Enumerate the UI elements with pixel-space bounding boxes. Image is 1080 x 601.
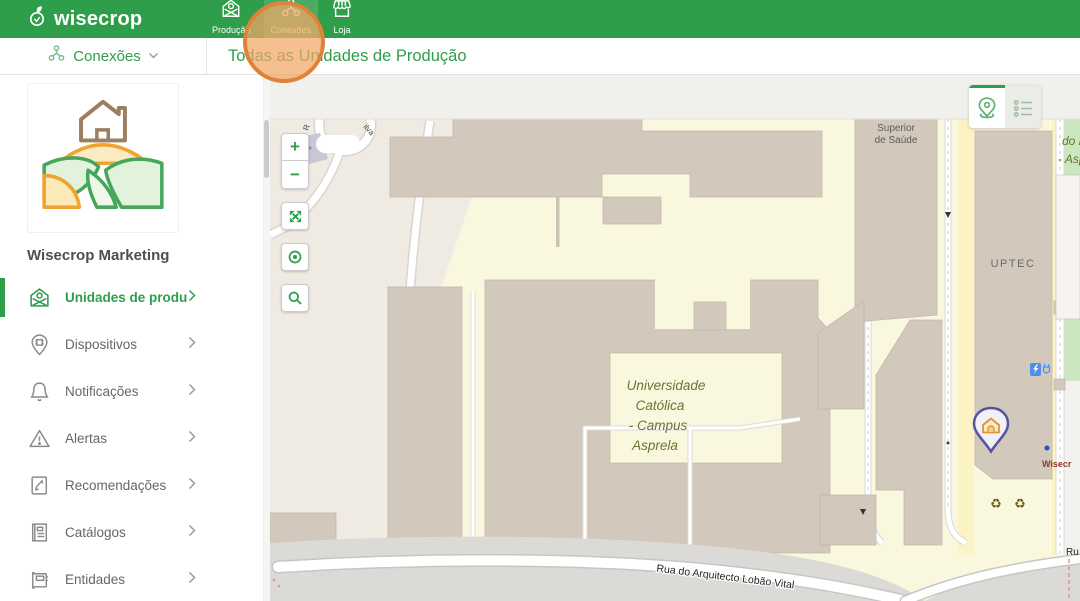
brand-name: wisecrop	[54, 8, 142, 31]
map-controls: + −	[281, 133, 309, 312]
chevron-right-icon	[188, 571, 196, 589]
chevron-right-icon	[188, 524, 196, 542]
sidebar-item-label: Unidades de produção	[65, 290, 188, 305]
sidebar-item-entidades[interactable]: Entidades	[0, 556, 263, 601]
brand[interactable]: wisecrop	[0, 0, 205, 38]
production-unit-icon	[28, 286, 52, 310]
sidebar-item-label: Entidades	[65, 572, 125, 587]
top-navbar: wisecrop Produção	[0, 0, 1080, 38]
map-label-university: - Campus	[629, 418, 688, 433]
sidebar-item-label: Notificações	[65, 384, 139, 399]
chevron-right-icon	[188, 336, 196, 354]
chevron-right-icon	[188, 430, 196, 448]
map-view-button[interactable]	[969, 85, 1005, 128]
sidebar-item-alertas[interactable]: Alertas	[0, 415, 263, 462]
network-nodes-icon	[47, 44, 66, 68]
note-pencil-icon	[28, 474, 52, 498]
fullscreen-button[interactable]	[281, 202, 309, 230]
subheader: Conexões Todas as Unidades de Produção	[0, 38, 1080, 75]
catalog-icon	[28, 521, 52, 545]
sidebar-item-notificacoes[interactable]: Notificações	[0, 368, 263, 415]
map-label-university: Católica	[636, 398, 685, 413]
recycling-icon: ♻	[1014, 496, 1026, 511]
greenhouse-icon	[220, 0, 242, 24]
tab-loja[interactable]: Loja	[324, 0, 360, 38]
scrollbar-thumb[interactable]	[264, 120, 269, 178]
sidebar-item-unidades-de-producao[interactable]: Unidades de produção	[0, 274, 263, 321]
sidebar-item-label: Dispositivos	[65, 337, 137, 352]
chevron-right-icon	[188, 477, 196, 495]
list-view-button[interactable]	[1005, 85, 1041, 128]
map-canvas[interactable]: ♻ ♻ Superior de Saúde UPTEC Universidade…	[270, 75, 1080, 601]
sidebar-menu: Unidades de produção	[0, 274, 263, 601]
recycling-icon: ♻	[990, 496, 1002, 511]
network-nodes-icon	[280, 0, 302, 24]
chevron-right-icon	[188, 289, 196, 307]
sidebar: Wisecrop Marketing Unidades de produção	[0, 75, 270, 601]
sidebar-item-label: Alertas	[65, 431, 107, 446]
tab-conexoes[interactable]: Conexões	[264, 0, 319, 38]
sidebar-item-label: Catálogos	[65, 525, 126, 540]
context-label: Conexões	[73, 48, 141, 65]
sidebar-item-catalogos[interactable]: Catálogos	[0, 509, 263, 556]
tab-label: Conexões	[271, 25, 312, 35]
org-logo[interactable]	[27, 83, 179, 233]
device-pin-icon	[28, 333, 52, 357]
map-label-edge: do P	[1062, 134, 1080, 148]
wisecrop-logo-icon	[26, 5, 48, 34]
zoom-in-button[interactable]: +	[281, 133, 309, 161]
map-label-university: Asprela	[631, 438, 678, 453]
sidebar-item-recomendacoes[interactable]: Recomendações	[0, 462, 263, 509]
chevron-right-icon	[188, 383, 196, 401]
map-panel: ♻ ♻ Superior de Saúde UPTEC Universidade…	[270, 75, 1080, 601]
map-label: Superior	[877, 123, 915, 134]
zoom-out-button[interactable]: −	[281, 161, 309, 189]
map-label: de Saúde	[875, 135, 918, 146]
view-toggle	[969, 85, 1041, 128]
navbar-tabs: Produção Conexões	[205, 0, 360, 38]
search-button[interactable]	[281, 284, 309, 312]
sidebar-item-label: Recomendações	[65, 478, 166, 493]
map-label-poi-wisecrop: Wisecr	[1042, 459, 1072, 469]
sidebar-scrollbar[interactable]	[263, 75, 270, 601]
sidebar-item-dispositivos[interactable]: Dispositivos	[0, 321, 263, 368]
map-label-uptec: UPTEC	[991, 258, 1036, 270]
bell-icon	[28, 380, 52, 404]
map-label-street-right: Ru	[1066, 547, 1079, 558]
app-window: wisecrop Produção	[0, 0, 1080, 601]
tab-producao[interactable]: Produção	[205, 0, 258, 38]
entity-building-icon	[28, 568, 52, 592]
tab-label: Produção	[212, 25, 251, 35]
chevron-down-icon	[148, 47, 159, 65]
page-title: Todas as Unidades de Produção	[207, 38, 467, 74]
warning-triangle-icon	[28, 427, 52, 451]
map-label-edge: - Asp	[1058, 152, 1080, 166]
map-label-university: Universidade	[627, 378, 706, 393]
tab-label: Loja	[334, 25, 351, 35]
locate-button[interactable]	[281, 243, 309, 271]
shop-icon	[331, 0, 353, 24]
context-switcher[interactable]: Conexões	[0, 38, 207, 74]
org-name: Wisecrop Marketing	[27, 247, 263, 264]
